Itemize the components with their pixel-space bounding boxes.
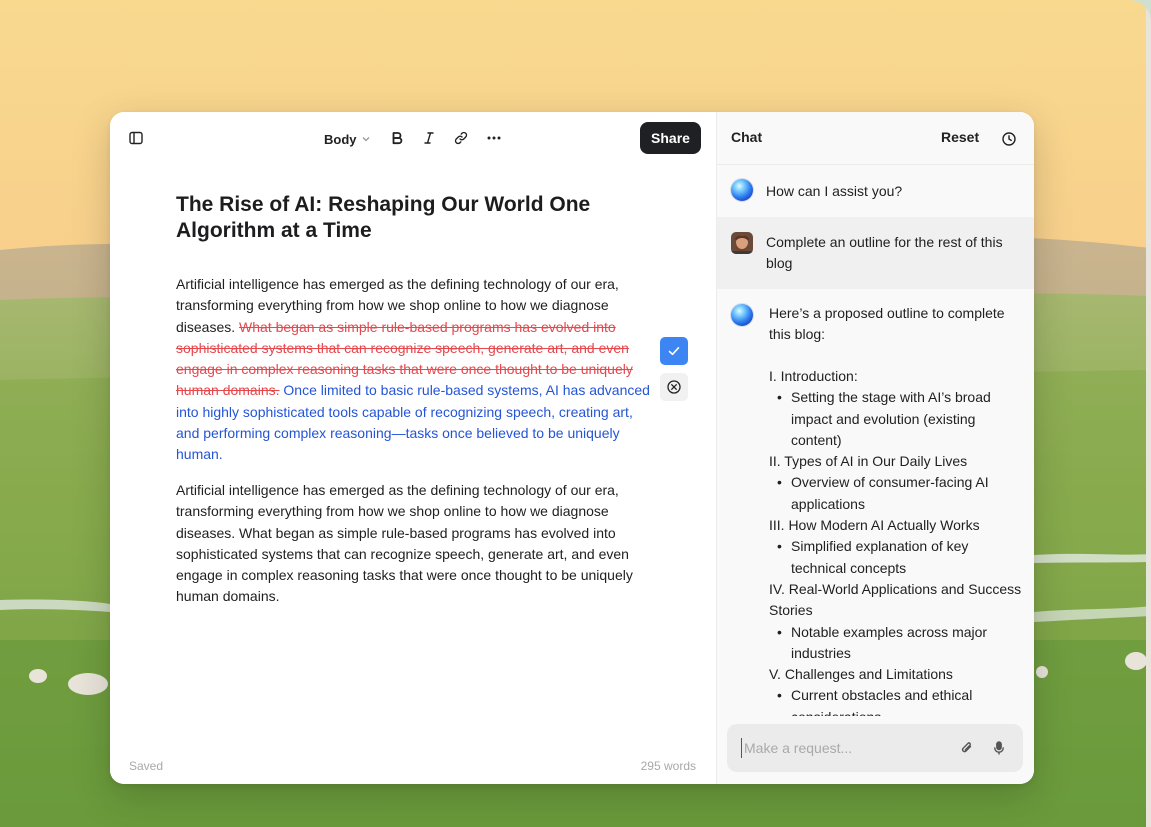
paragraph-2[interactable]: Artificial intelligence has emerged as t… xyxy=(176,480,652,608)
link-icon[interactable] xyxy=(449,126,473,150)
desktop-edge xyxy=(1146,0,1151,827)
assistant-message: How can I assist you? xyxy=(766,183,903,199)
chevron-down-icon xyxy=(361,132,371,147)
bold-icon[interactable] xyxy=(385,126,409,150)
outline-heading: V. Challenges and Limitations xyxy=(769,666,953,683)
outline-bullet: Notable examples across major industries xyxy=(769,622,1027,665)
assistant-avatar-icon xyxy=(731,304,753,326)
outline-bullet: Setting the stage with AI’s broad impact… xyxy=(769,387,1027,451)
share-button[interactable]: Share xyxy=(640,122,701,154)
outline-bullet: Current obstacles and ethical considerat… xyxy=(769,685,1027,716)
outline-bullet: Simplified explanation of key technical … xyxy=(769,536,1027,579)
chat-header-divider xyxy=(717,164,1034,165)
outline-bullet: Overview of consumer-facing AI applicati… xyxy=(769,472,1027,515)
editor-window: Body Share The Rise of AI: Reshaping Our… xyxy=(110,112,1034,784)
user-message: Complete an outline for the rest of this… xyxy=(766,234,1003,272)
sidebar-toggle-icon[interactable] xyxy=(124,126,148,150)
close-circle-icon xyxy=(667,380,681,394)
paragraph-with-suggestion[interactable]: Artificial intelligence has emerged as t… xyxy=(176,274,652,466)
outline-list: I. Introduction: Setting the stage with … xyxy=(769,366,1027,716)
user-avatar xyxy=(731,232,753,254)
reject-suggestion-button[interactable] xyxy=(660,373,688,401)
chat-request-input[interactable] xyxy=(741,738,941,758)
reset-button[interactable]: Reset xyxy=(941,129,979,145)
outline-heading: I. Introduction: xyxy=(769,368,858,384)
chat-panel: Chat Reset How can I assist you? Complet… xyxy=(716,112,1034,784)
word-count: 295 words xyxy=(640,759,696,773)
assistant-avatar-icon xyxy=(731,179,753,201)
text-style-label: Body xyxy=(324,131,357,147)
paperclip-icon[interactable] xyxy=(957,738,977,758)
assistant-response-intro: Here’s a proposed outline to complete th… xyxy=(769,305,1005,343)
outline-heading: II. Types of AI in Our Daily Lives xyxy=(769,453,968,470)
microphone-icon[interactable] xyxy=(989,738,1009,758)
chat-title: Chat xyxy=(731,129,763,145)
italic-icon[interactable] xyxy=(417,126,441,150)
history-icon[interactable] xyxy=(997,127,1021,151)
document-title[interactable]: The Rise of AI: Reshaping Our World One … xyxy=(176,192,616,244)
editor-pane: Body Share The Rise of AI: Reshaping Our… xyxy=(110,112,716,784)
outline-heading: IV. Real-World Applications and Success … xyxy=(769,580,1022,619)
more-icon[interactable] xyxy=(482,126,506,150)
text-style-dropdown[interactable]: Body xyxy=(324,129,371,149)
outline-heading: III. How Modern AI Actually Works xyxy=(769,517,980,534)
check-icon xyxy=(668,346,680,356)
chat-input-container xyxy=(727,724,1023,772)
save-status: Saved xyxy=(129,759,164,773)
accept-suggestion-button[interactable] xyxy=(660,337,688,365)
